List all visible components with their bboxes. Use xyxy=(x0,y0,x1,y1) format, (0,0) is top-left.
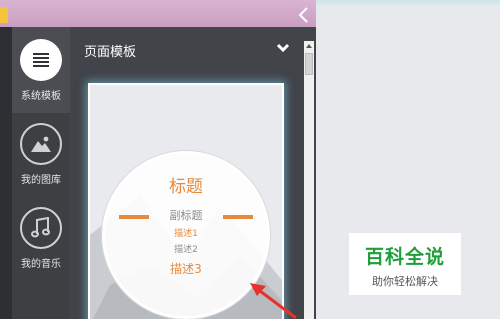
sidebar-item-label: 我的音乐 xyxy=(21,259,61,270)
chevron-left-icon[interactable] xyxy=(297,6,311,24)
template-subtitle: 副标题 xyxy=(169,209,203,222)
sidebar-item-my-music[interactable]: 我的音乐 xyxy=(12,207,70,270)
sidebar-item-my-images[interactable]: 我的图库 xyxy=(12,123,70,186)
template-desc-1: 描述1 xyxy=(174,229,198,239)
scroll-up-icon[interactable] xyxy=(304,41,314,51)
music-note-icon xyxy=(20,207,62,249)
template-circle: 标题 副标题 描述1 描述2 描述3 xyxy=(102,151,270,319)
list-icon xyxy=(20,39,62,81)
panel-scrollbar[interactable] xyxy=(304,41,314,319)
template-desc-3: 描述3 xyxy=(170,262,202,276)
top-header-strip xyxy=(0,0,316,27)
template-desc-2: 描述2 xyxy=(174,245,198,255)
page-templates-panel: 页面模板 标题 副标题 描述1 描述2 描述3 xyxy=(70,27,316,319)
panel-title: 页面模板 xyxy=(84,45,137,60)
red-pointer-arrow-icon xyxy=(250,283,297,319)
corner-badge xyxy=(0,7,8,23)
chevron-down-icon[interactable] xyxy=(276,42,290,54)
watermark-title: 百科全说 xyxy=(364,246,445,268)
sidebar-item-label: 系统模板 xyxy=(21,91,61,102)
sidebar: 系统模板 我的图库 我的音乐 xyxy=(12,27,70,319)
watermark-subtitle: 助你轻松解决 xyxy=(372,275,438,288)
watermark-logo: 百科全说 助你轻松解决 xyxy=(349,233,461,295)
sidebar-item-label: 我的图库 xyxy=(21,175,61,186)
template-title: 标题 xyxy=(169,177,203,197)
left-gutter xyxy=(0,27,12,319)
sidebar-item-system-templates[interactable]: 系统模板 xyxy=(12,27,70,113)
image-icon xyxy=(20,123,62,165)
scroll-thumb[interactable] xyxy=(305,53,313,75)
